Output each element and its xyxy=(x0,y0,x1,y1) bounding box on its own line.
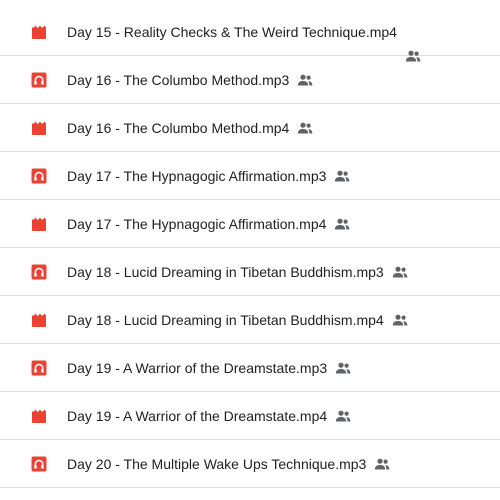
file-row[interactable]: Day 16 - The Columbo Method.mp4 xyxy=(0,104,500,152)
file-name: Day 16 - The Columbo Method.mp4 xyxy=(67,120,290,136)
file-name: Day 20 - The Multiple Wake Ups Technique… xyxy=(67,456,367,472)
audio-file-icon xyxy=(31,72,47,88)
video-file-icon xyxy=(31,216,47,232)
shared-people-icon xyxy=(335,362,351,374)
video-file-icon xyxy=(31,24,47,40)
file-row[interactable]: Day 16 - The Columbo Method.mp3 xyxy=(0,56,500,104)
shared-people-icon xyxy=(334,170,350,182)
file-name-group: Day 18 - Lucid Dreaming in Tibetan Buddh… xyxy=(67,312,408,328)
file-name-group: Day 18 - Lucid Dreaming in Tibetan Buddh… xyxy=(67,264,408,280)
video-file-icon xyxy=(31,312,47,328)
file-name-group: Day 19 - A Warrior of the Dreamstate.mp3 xyxy=(67,360,351,376)
shared-people-icon xyxy=(374,458,390,470)
audio-file-icon xyxy=(31,264,47,280)
shared-people-icon xyxy=(297,122,313,134)
file-row[interactable]: Day 18 - Lucid Dreaming in Tibetan Buddh… xyxy=(0,248,500,296)
file-name-group: Day 19 - A Warrior of the Dreamstate.mp4 xyxy=(67,408,351,424)
file-list: Day 15 - Reality Checks & The Weird Tech… xyxy=(0,0,500,488)
file-row[interactable]: Day 18 - Lucid Dreaming in Tibetan Buddh… xyxy=(0,296,500,344)
audio-file-icon xyxy=(31,456,47,472)
file-name: Day 18 - Lucid Dreaming in Tibetan Buddh… xyxy=(67,312,384,328)
file-name-group: Day 17 - The Hypnagogic Affirmation.mp4 xyxy=(67,216,350,232)
shared-people-icon xyxy=(392,314,408,326)
file-name: Day 19 - A Warrior of the Dreamstate.mp4 xyxy=(67,408,328,424)
file-name: Day 17 - The Hypnagogic Affirmation.mp3 xyxy=(67,168,327,184)
video-file-icon xyxy=(31,120,47,136)
file-row[interactable]: Day 20 - The Multiple Wake Ups Technique… xyxy=(0,440,500,488)
file-name: Day 16 - The Columbo Method.mp3 xyxy=(67,72,290,88)
file-row[interactable]: Day 19 - A Warrior of the Dreamstate.mp3 xyxy=(0,344,500,392)
file-name-group: Day 16 - The Columbo Method.mp3 xyxy=(67,72,313,88)
shared-people-icon xyxy=(334,218,350,230)
shared-people-icon xyxy=(297,74,313,86)
file-name: Day 15 - Reality Checks & The Weird Tech… xyxy=(67,24,397,40)
audio-file-icon xyxy=(31,168,47,184)
file-name-group: Day 16 - The Columbo Method.mp4 xyxy=(67,120,313,136)
file-name: Day 18 - Lucid Dreaming in Tibetan Buddh… xyxy=(67,264,384,280)
file-row[interactable]: Day 17 - The Hypnagogic Affirmation.mp3 xyxy=(0,152,500,200)
file-row[interactable]: Day 15 - Reality Checks & The Weird Tech… xyxy=(0,0,500,62)
file-name: Day 19 - A Warrior of the Dreamstate.mp3 xyxy=(67,360,328,376)
shared-people-icon xyxy=(335,410,351,422)
shared-people-icon xyxy=(392,266,408,278)
video-file-icon xyxy=(31,408,47,424)
audio-file-icon xyxy=(31,360,47,376)
file-row[interactable]: Day 17 - The Hypnagogic Affirmation.mp4 xyxy=(0,200,500,248)
file-name: Day 17 - The Hypnagogic Affirmation.mp4 xyxy=(67,216,327,232)
file-name-group: Day 15 - Reality Checks & The Weird Tech… xyxy=(67,24,421,62)
file-name-group: Day 20 - The Multiple Wake Ups Technique… xyxy=(67,456,390,472)
file-name-group: Day 17 - The Hypnagogic Affirmation.mp3 xyxy=(67,168,350,184)
file-row[interactable]: Day 19 - A Warrior of the Dreamstate.mp4 xyxy=(0,392,500,440)
